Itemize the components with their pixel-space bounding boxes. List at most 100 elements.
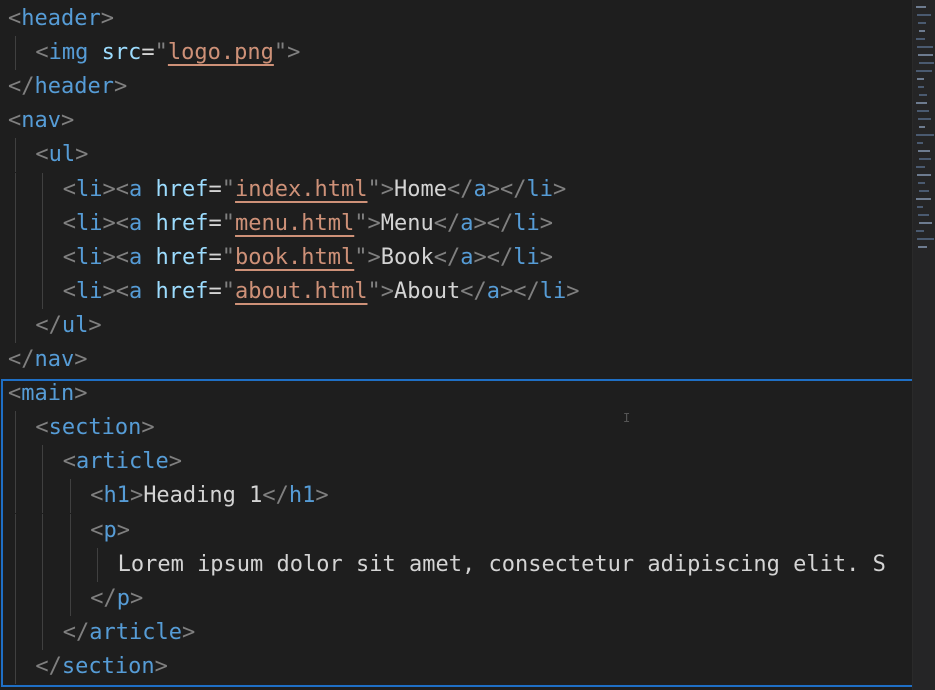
code-line[interactable]: Lorem ipsum dolor sit amet, consectetur …	[118, 548, 886, 582]
code-token-punct: <	[62, 176, 77, 202]
code-token-eq: =	[208, 278, 222, 304]
minimap-line	[919, 126, 925, 128]
code-token-tag: a	[460, 244, 474, 270]
code-line[interactable]: </header>	[8, 70, 127, 104]
code-line[interactable]: <section>	[35, 411, 154, 445]
code-area[interactable]: <header> <img src="logo.png"> </header> <na…	[0, 0, 912, 690]
code-token-punct: >	[566, 278, 580, 304]
code-line[interactable]: <h1>Heading 1</h1>	[90, 479, 328, 513]
code-token-tag: img	[48, 40, 89, 66]
code-token-tag: a	[473, 176, 487, 202]
code-token-tag: main	[21, 381, 75, 407]
code-token-punct: <	[8, 381, 22, 407]
indent-guide	[15, 581, 16, 616]
code-token-punct: >	[74, 381, 88, 407]
code-line[interactable]: <p>	[90, 514, 130, 548]
code-line[interactable]: </ul>	[35, 309, 101, 343]
minimap-line	[917, 238, 934, 240]
minimap-line	[917, 142, 923, 144]
indent-guide	[15, 615, 16, 650]
code-token-punct: <	[35, 40, 49, 66]
minimap-line	[916, 134, 934, 136]
code-line[interactable]: <main>	[8, 377, 87, 411]
code-token-punct: <	[62, 210, 77, 236]
code-line[interactable]: <li><a href="about.html">About</a></li>	[63, 275, 580, 309]
code-line[interactable]: <article>	[63, 445, 182, 479]
code-token-punct: </	[262, 483, 289, 509]
code-line[interactable]: <li><a href="menu.html">Menu</a></li>	[63, 207, 553, 241]
minimap-line	[917, 206, 923, 208]
text-cursor-icon: I	[623, 411, 631, 425]
code-token-punct: "	[367, 278, 381, 304]
code-line[interactable]: </p>	[90, 582, 143, 616]
minimap-line	[918, 150, 930, 152]
minimap-line	[919, 190, 929, 192]
code-token-tag: article	[76, 449, 169, 475]
code-line[interactable]: <img src="logo.png">	[35, 36, 300, 70]
code-token-tag: li	[513, 244, 540, 270]
minimap-line	[916, 70, 932, 72]
minimap-line	[919, 62, 934, 64]
code-token-punct: <	[115, 278, 130, 304]
code-token-punct: <	[8, 6, 22, 31]
code-token-punct: </	[35, 653, 62, 679]
indent-guide	[42, 547, 44, 582]
indent-guide	[69, 581, 71, 616]
code-token-tag: li	[76, 278, 103, 304]
code-token-strU: about.html	[235, 278, 368, 304]
minimap-line	[919, 222, 932, 224]
minimap-line	[918, 22, 926, 24]
code-token-punct: >	[367, 244, 381, 270]
code-token-punct: >	[88, 312, 102, 338]
code-line[interactable]: <nav>	[8, 104, 74, 138]
minimap-line	[918, 54, 933, 56]
code-line[interactable]: </article>	[63, 616, 195, 650]
indent-guide	[15, 274, 16, 309]
indent-guide	[42, 513, 44, 548]
minimap-line	[917, 46, 933, 48]
code-token-punct: >	[315, 483, 329, 509]
code-line[interactable]: </section>	[35, 650, 167, 684]
code-token-punct: <	[115, 210, 130, 236]
minimap-line	[918, 118, 931, 120]
code-token-punct: >	[141, 415, 155, 441]
code-token-punct: </	[62, 619, 90, 645]
code-token-punct: <	[62, 449, 77, 475]
code-token-attr: href	[155, 210, 209, 236]
code-line[interactable]: <li><a href="book.html">Book</a></li>	[63, 241, 553, 275]
code-token-tag: li	[76, 176, 103, 202]
code-token-tag: h1	[103, 483, 130, 509]
code-editor[interactable]: <header> <img src="logo.png"> </header> <na…	[0, 0, 935, 690]
code-token-strU: book.html	[235, 244, 355, 270]
indent-guide	[42, 445, 44, 480]
code-token-text: About	[393, 278, 461, 304]
code-line[interactable]: </nav>	[8, 343, 88, 377]
code-token-tag: nav	[21, 108, 61, 134]
code-token-tag: h1	[288, 483, 316, 509]
code-token-punct: <	[115, 176, 130, 202]
code-token-punct: >	[102, 176, 116, 202]
code-token-punct: >	[113, 74, 128, 100]
code-token-punct: >	[367, 210, 381, 236]
indent-guide	[69, 547, 71, 582]
indent-guide	[15, 479, 16, 514]
minimap[interactable]	[912, 0, 935, 690]
code-token-punct: </	[8, 74, 35, 100]
minimap-line	[917, 78, 924, 80]
code-token-punct: >	[129, 483, 144, 509]
code-token-punct: "	[367, 176, 381, 202]
code-token-punct: >	[552, 176, 567, 202]
code-line[interactable]: <li><a href="index.html">Home</a></li>	[63, 173, 566, 207]
code-line[interactable]: <header>	[8, 2, 114, 36]
code-token-tag: nav	[34, 347, 75, 372]
indent-guide	[15, 308, 16, 343]
indent-guide	[97, 547, 99, 582]
code-token-tag: p	[116, 585, 130, 611]
minimap-line	[917, 110, 929, 112]
code-token-punct: "	[221, 244, 236, 270]
code-token-tag: ul	[48, 142, 76, 168]
code-line[interactable]: <ul>	[35, 138, 88, 172]
